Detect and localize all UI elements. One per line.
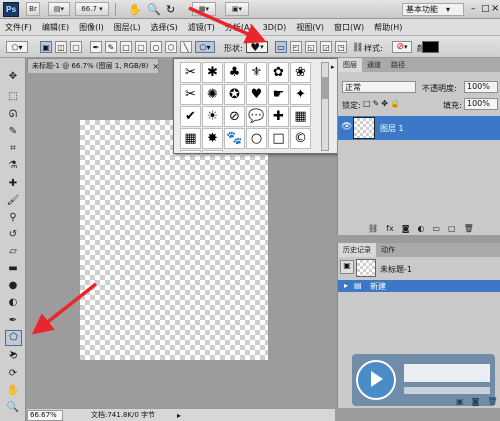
arrow-to-custom-shape-tool bbox=[31, 282, 98, 335]
annotation-arrows bbox=[31, 6, 267, 335]
arrow-to-shape-picker bbox=[188, 6, 267, 44]
